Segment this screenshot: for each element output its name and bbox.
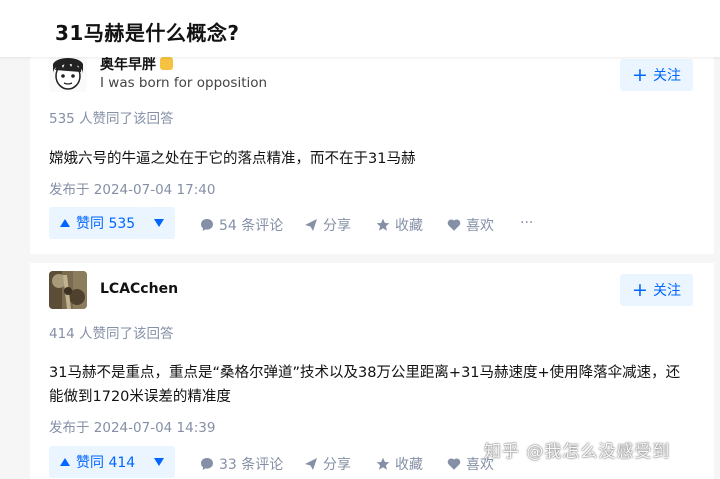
comments-label: 33 条评论 bbox=[219, 457, 284, 473]
publish-date[interactable]: 发布于 2024-07-04 14:39 bbox=[49, 416, 215, 436]
question-header: 31马赫是什么概念? bbox=[0, 0, 720, 57]
author-name[interactable]: 奥年早胖 bbox=[100, 54, 173, 74]
plus-icon: + bbox=[632, 278, 648, 301]
more-button[interactable]: ··· bbox=[520, 215, 533, 231]
follow-label: 关注 bbox=[652, 68, 681, 84]
comments-button[interactable]: 33 条评论 bbox=[200, 454, 283, 474]
publish-date[interactable]: 发布于 2024-07-04 17:40 bbox=[49, 178, 215, 198]
follow-button[interactable]: + 关注 bbox=[620, 59, 693, 91]
avatar[interactable] bbox=[49, 271, 87, 309]
answer-content: 31马赫不是重点，重点是“桑格尔弹道”技术以及38万公里距离+31马赫速度+使用… bbox=[49, 365, 681, 405]
star-icon bbox=[376, 457, 390, 470]
collect-label: 收藏 bbox=[395, 218, 423, 234]
upvote-label: 赞同 414 bbox=[76, 455, 136, 471]
author-name[interactable]: LCACchen bbox=[100, 281, 178, 297]
plus-icon: + bbox=[632, 63, 648, 86]
upvote-button[interactable]: 赞同 535 bbox=[49, 207, 146, 239]
badge-icon bbox=[160, 57, 173, 70]
like-button[interactable]: 喜欢 bbox=[447, 215, 494, 235]
collect-label: 收藏 bbox=[395, 457, 423, 473]
share-button[interactable]: 分享 bbox=[304, 215, 351, 235]
share-label: 分享 bbox=[323, 457, 351, 473]
more-icon: ··· bbox=[520, 215, 534, 231]
avatar[interactable] bbox=[49, 54, 87, 92]
downvote-button[interactable] bbox=[143, 446, 175, 478]
follow-label: 关注 bbox=[652, 283, 681, 299]
star-icon bbox=[376, 218, 390, 231]
author-bio: I was born for opposition bbox=[100, 75, 268, 91]
vote-count-text: 414 人赞同了该回答 bbox=[49, 326, 174, 342]
comment-icon bbox=[201, 458, 213, 470]
upvote-icon bbox=[60, 219, 70, 227]
like-label: 喜欢 bbox=[466, 218, 494, 234]
downvote-icon bbox=[154, 219, 164, 227]
answer-card: 奥年早胖 I was born for opposition + 关注 535 … bbox=[30, 54, 714, 254]
answer-content: 嫦娥六号的牛逼之处在于它的落点精准，而不在于31马赫 bbox=[49, 151, 416, 167]
watermark: 知乎 @我怎么没感受到 bbox=[484, 442, 671, 462]
author-name-text[interactable]: 奥年早胖 bbox=[100, 57, 156, 73]
share-icon bbox=[305, 219, 317, 231]
heart-icon bbox=[447, 219, 461, 231]
follow-button[interactable]: + 关注 bbox=[620, 274, 693, 306]
question-title[interactable]: 31马赫是什么概念? bbox=[55, 17, 239, 46]
share-label: 分享 bbox=[323, 218, 351, 234]
share-button[interactable]: 分享 bbox=[304, 454, 351, 474]
heart-icon bbox=[447, 458, 461, 470]
vote-count-text: 535 人赞同了该回答 bbox=[49, 111, 174, 127]
downvote-button[interactable] bbox=[143, 207, 175, 239]
collect-button[interactable]: 收藏 bbox=[376, 215, 423, 235]
upvote-icon bbox=[60, 458, 70, 466]
upvote-button[interactable]: 赞同 414 bbox=[49, 446, 146, 478]
comments-button[interactable]: 54 条评论 bbox=[200, 215, 283, 235]
collect-button[interactable]: 收藏 bbox=[376, 454, 423, 474]
upvote-label: 赞同 535 bbox=[76, 216, 136, 232]
share-icon bbox=[305, 458, 317, 470]
comment-icon bbox=[201, 219, 213, 231]
comments-label: 54 条评论 bbox=[219, 218, 284, 234]
downvote-icon bbox=[154, 458, 164, 466]
